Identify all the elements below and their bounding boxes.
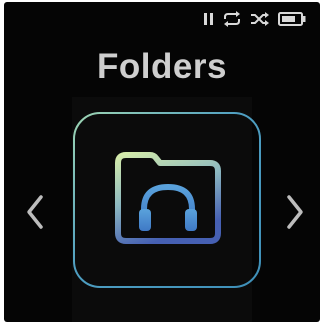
headphones-icon [139,183,197,231]
pause-icon [203,12,214,26]
music-folder-tile[interactable] [72,111,262,289]
shuffle-icon [250,11,270,27]
device-screen: Folders [4,2,320,322]
repeat-icon [222,11,242,27]
battery-icon [278,11,306,27]
chevron-right-icon[interactable] [282,190,308,234]
status-bar [203,10,306,28]
screen-title: Folders [97,47,227,86]
chevron-left-icon[interactable] [22,190,48,234]
music-folder-icon [108,149,228,247]
